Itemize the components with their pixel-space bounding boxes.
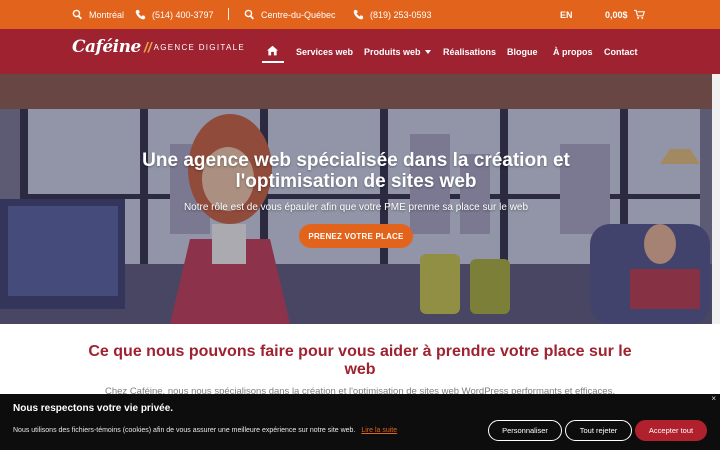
cart-total: 0,00$ [605, 9, 628, 20]
logo-slash: // [143, 39, 152, 55]
section-title: Ce que nous pouvons faire pour vous aide… [88, 343, 632, 378]
topbar-divider [228, 8, 229, 20]
close-icon[interactable]: × [711, 394, 716, 403]
nav-realisations[interactable]: Réalisations [443, 29, 496, 74]
nav-products[interactable]: Produits web [364, 29, 431, 74]
cookie-title: Nous respectons votre vie privée. [13, 403, 174, 414]
logo-brand: Caféine [72, 37, 141, 57]
customize-button[interactable]: Personnaliser [488, 420, 562, 441]
reject-all-button[interactable]: Tout rejeter [565, 420, 632, 441]
chevron-down-icon [424, 49, 431, 54]
top-bar: Montréal (514) 400-3797 Centre-du-Québec… [0, 0, 720, 29]
nav-services[interactable]: Services web [296, 29, 353, 74]
nav-blog[interactable]: Blogue [507, 29, 538, 74]
active-nav-indicator [262, 61, 284, 63]
nav-products-label: Produits web [364, 46, 421, 57]
cookie-description: Nous utilisons des fichiers-témoins (coo… [13, 427, 356, 434]
phone-montreal[interactable]: (514) 400-3797 [134, 0, 214, 29]
city-montreal: Montréal [89, 9, 125, 20]
main-navigation: Caféine // AGENCE DIGITALE Services web … [0, 29, 720, 74]
phone-icon [352, 9, 364, 21]
logo-tagline: AGENCE DIGITALE [153, 42, 245, 52]
nav-contact[interactable]: Contact [604, 29, 638, 74]
phone-number-montreal: (514) 400-3797 [152, 9, 214, 20]
language-switch[interactable]: EN [560, 0, 573, 29]
hero-overlay [0, 74, 712, 324]
home-icon [267, 45, 278, 58]
phone-icon [134, 9, 146, 21]
cookie-read-more-link[interactable]: Lire la suite [361, 427, 397, 434]
hero-title: Une agence web spécialisée dans la créat… [142, 150, 570, 192]
cookie-text: Nous utilisons des fichiers-témoins (coo… [13, 427, 397, 434]
search-location-icon [71, 9, 83, 21]
hero-banner: Une agence web spécialisée dans la créat… [0, 74, 712, 324]
hero-subtitle: Notre rôle est de vous épauler afin que … [183, 202, 529, 213]
cookie-consent-banner: × Nous respectons votre vie privée. Nous… [0, 394, 720, 450]
cart-link[interactable]: 0,00$ [605, 0, 646, 29]
cta-button[interactable]: PRENEZ VOTRE PLACE [299, 224, 413, 248]
phone-number-centre-du-quebec: (819) 253-0593 [370, 9, 432, 20]
logo[interactable]: Caféine // AGENCE DIGITALE [72, 37, 245, 57]
accept-all-button[interactable]: Accepter tout [635, 420, 707, 441]
cart-icon [634, 9, 646, 21]
nav-about[interactable]: À propos [553, 29, 593, 74]
city-centre-du-quebec: Centre-du-Québec [261, 9, 336, 20]
nav-home[interactable] [267, 29, 278, 74]
scrollbar-track[interactable] [712, 74, 720, 324]
location-centre-du-quebec[interactable]: Centre-du-Québec [243, 0, 336, 29]
phone-centre-du-quebec[interactable]: (819) 253-0593 [352, 0, 432, 29]
location-montreal[interactable]: Montréal [71, 0, 124, 29]
search-location-icon [243, 9, 255, 21]
